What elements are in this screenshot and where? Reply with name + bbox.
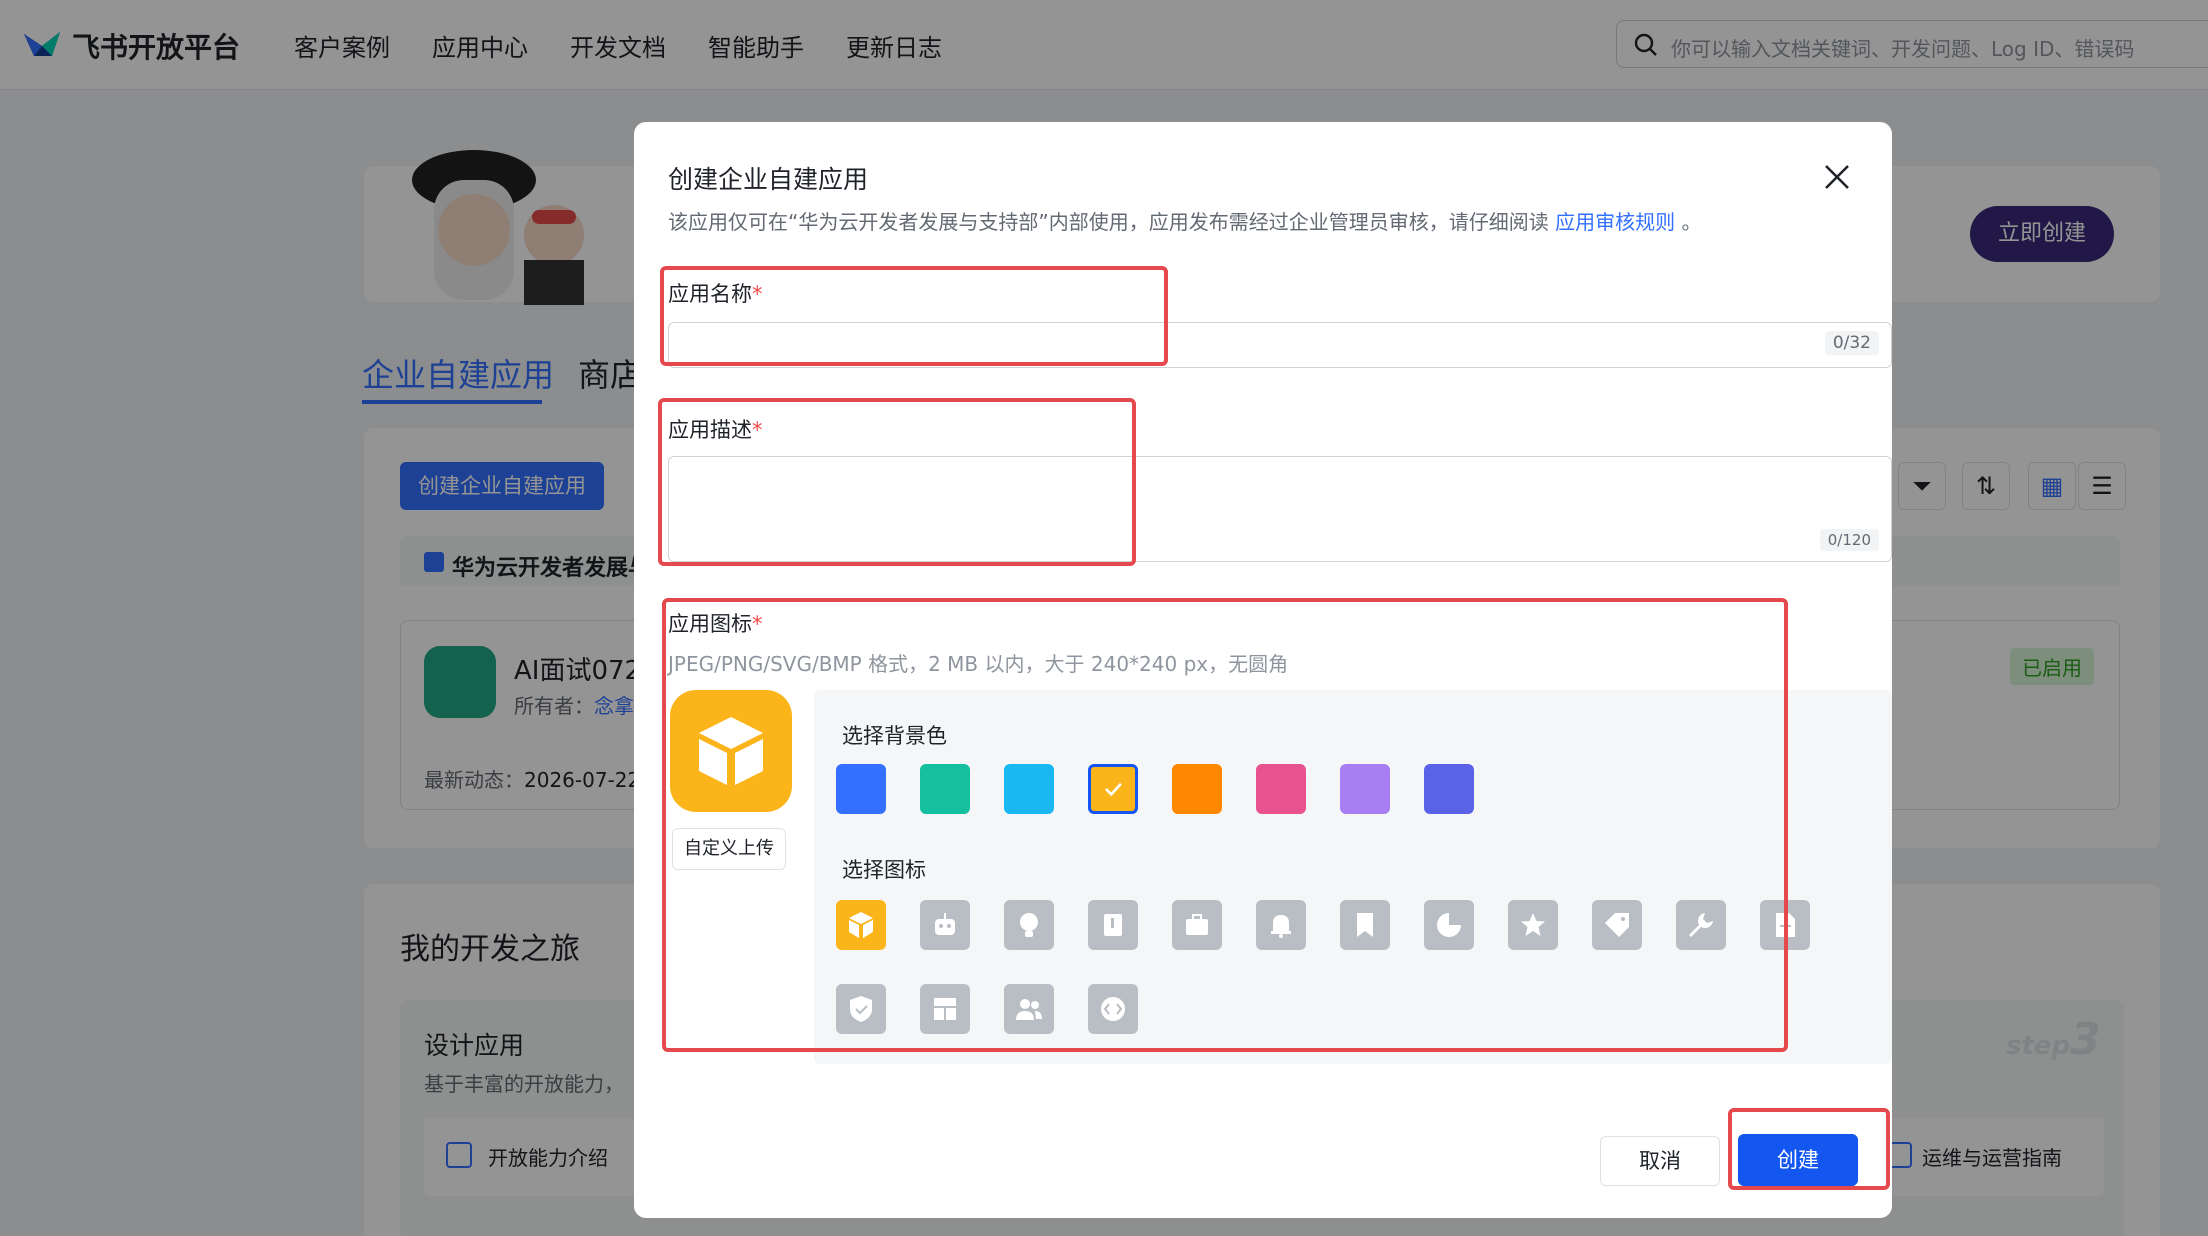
close-icon[interactable] [1822,162,1852,192]
desc-text: 该应用仅可在“华为云开发者发展与支持部”内部使用，应用发布需经过企业管理员审核，… [668,210,1549,234]
highlight-box [1728,1108,1890,1190]
highlight-box [660,266,1168,366]
highlight-box [658,398,1136,566]
dialog-description: 该应用仅可在“华为云开发者发展与支持部”内部使用，应用发布需经过企业管理员审核，… [668,206,1701,235]
dialog-title: 创建企业自建应用 [668,165,869,194]
char-count: 0/32 [1824,331,1879,355]
desc-end: 。 [1675,210,1702,234]
char-count: 0/120 [1819,529,1879,551]
cancel-button[interactable]: 取消 [1600,1136,1720,1186]
highlight-box [662,598,1788,1052]
review-rules-link[interactable]: 应用审核规则 [1555,210,1675,234]
